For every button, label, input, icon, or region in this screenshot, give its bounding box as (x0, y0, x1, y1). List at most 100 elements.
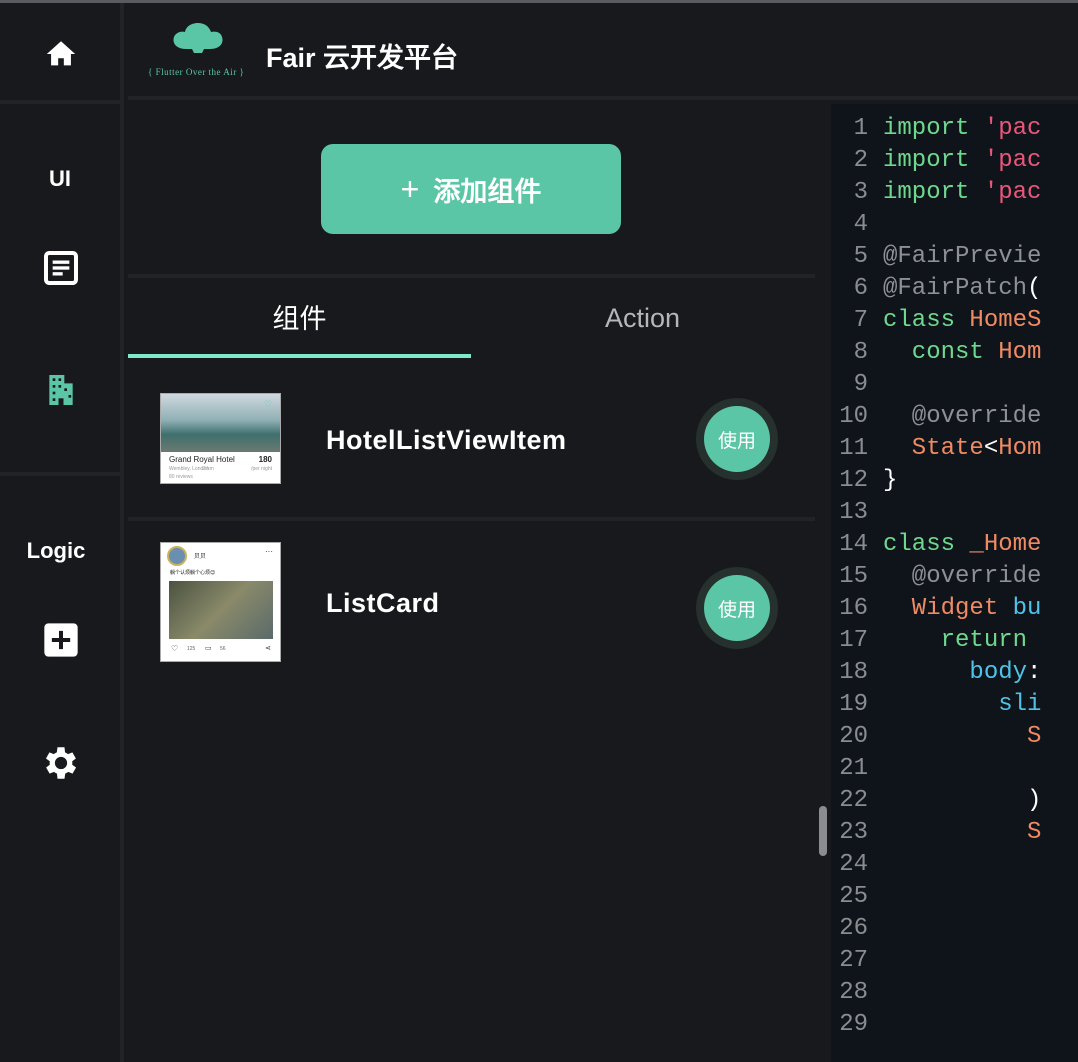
code-token: @FairPatch (883, 275, 1028, 302)
code-editor[interactable]: 1 import 'pac 2 import 'pac 3 import 'pac 4 5 @F… (831, 104, 1078, 1062)
code-token: 'pac (983, 147, 1042, 174)
heart-icon: ♡ (171, 644, 179, 653)
line-number: 5 (853, 243, 868, 270)
line-number: 18 (839, 659, 868, 686)
settings-gear-icon[interactable] (40, 742, 82, 784)
code-line: 14 class _Home (831, 529, 1078, 561)
component-name: HotelListViewItem (326, 425, 567, 455)
code-token: sli (883, 691, 1042, 718)
component-list-item[interactable]: 贝贝 ··· 躺个认烦躺个心烦😊 ♡ 125 ▭ 56 ⋖ ListCard 使… (128, 521, 815, 662)
code-token: import (883, 147, 984, 174)
code-line: 17 return (831, 625, 1078, 657)
logo-tagline: { Flutter Over the Air } (148, 67, 245, 77)
preview-price: 180 (258, 455, 272, 464)
code-line: 15 @override (831, 561, 1078, 593)
preview-hotel-name: Grand Royal Hotel (169, 455, 235, 464)
code-token: S (883, 819, 1042, 846)
line-number: 16 (839, 595, 868, 622)
preview-per-night: /per night (251, 466, 272, 472)
line-number: 2 (853, 147, 868, 174)
preview-photo (169, 581, 273, 639)
line-number: 15 (839, 563, 868, 590)
app-title: Fair 云开发平台 (266, 43, 459, 73)
code-line: 3 import 'pac (831, 177, 1078, 209)
divider (0, 472, 124, 476)
scrollbar-thumb[interactable] (819, 806, 827, 856)
side-rail: UI Logic (0, 3, 124, 1062)
divider (0, 100, 124, 104)
code-line: 8 const Hom (831, 337, 1078, 369)
line-number: 17 (839, 627, 868, 654)
code-token: body (883, 659, 1028, 686)
code-token: class (883, 307, 970, 334)
line-number: 14 (839, 531, 868, 558)
more-icon: ··· (265, 547, 273, 556)
code-line: 22 ) (831, 785, 1078, 817)
code-token: < (983, 435, 999, 462)
use-button[interactable]: 使用 (696, 567, 778, 649)
preview-text: 躺个认烦躺个心烦😊 (170, 570, 216, 576)
article-icon[interactable] (40, 247, 82, 289)
code-token: HomeS (969, 307, 1042, 334)
code-token: _Home (969, 531, 1042, 558)
plus-icon: + (400, 170, 420, 207)
line-number: 22 (839, 787, 868, 814)
line-number: 29 (839, 1011, 868, 1038)
code-line: 12} (831, 465, 1078, 497)
code-token: class (883, 531, 970, 558)
tab-components[interactable]: 组件 (128, 278, 471, 358)
code-token: ) (883, 787, 1042, 814)
code-token: Hom (998, 339, 1042, 366)
line-number: 10 (839, 403, 868, 430)
line-number: 8 (853, 339, 868, 366)
code-token: @override (883, 563, 1042, 590)
preview-user: 贝贝 (194, 554, 207, 560)
listcard-preview-thumbnail: 贝贝 ··· 躺个认烦躺个心烦😊 ♡ 125 ▭ 56 ⋖ (160, 542, 281, 662)
use-button[interactable]: 使用 (696, 398, 778, 480)
heart-icon: ♡ (263, 399, 272, 409)
code-token: @FairPrevie (883, 243, 1042, 270)
home-icon[interactable] (40, 33, 82, 75)
code-token: Widget (883, 595, 1013, 622)
code-line: 2 import 'pac (831, 145, 1078, 177)
code-token: Hom (998, 435, 1042, 462)
line-number: 25 (839, 883, 868, 910)
use-button-label: 使用 (704, 575, 770, 641)
building-icon[interactable] (40, 369, 82, 411)
tab-action[interactable]: Action (471, 278, 814, 358)
share-icon: ⋖ (265, 645, 271, 652)
line-number: 21 (839, 755, 868, 782)
code-line: 7 class HomeS (831, 305, 1078, 337)
code-line: 19 sli (831, 689, 1078, 721)
code-line: 1 import 'pac (831, 113, 1078, 145)
scrollbar-track (815, 104, 831, 1062)
preview-distance: 2 km (203, 466, 214, 472)
line-number: 27 (839, 947, 868, 974)
code-token: } (883, 467, 898, 494)
code-token: 'pac (983, 115, 1042, 142)
preview-comments: 56 (220, 646, 226, 652)
code-line: 13 (831, 497, 1078, 529)
line-number: 23 (839, 819, 868, 846)
code-token: import (883, 115, 984, 142)
preview-likes: 125 (187, 646, 196, 652)
code-token: import (883, 179, 984, 206)
ui-section-label: UI (49, 166, 71, 191)
line-number: 12 (839, 467, 868, 494)
code-line: 23 S (831, 817, 1078, 849)
code-line: 20 S (831, 721, 1078, 753)
line-number: 26 (839, 915, 868, 942)
code-line: 27 (831, 945, 1078, 977)
add-box-icon[interactable] (40, 619, 82, 661)
line-number: 13 (839, 499, 868, 526)
add-component-button[interactable]: + 添加组件 (321, 144, 621, 234)
code-line: 10 @override (831, 401, 1078, 433)
code-token: : (1027, 659, 1042, 686)
line-number: 9 (853, 371, 868, 398)
app-header: { Flutter Over the Air } Fair 云开发平台 (128, 3, 1078, 100)
component-list-item[interactable]: ♡ Grand Royal Hotel 180 Wembley, London … (128, 358, 815, 498)
code-line: 29 (831, 1009, 1078, 1041)
code-line: 4 (831, 209, 1078, 241)
code-line: 26 (831, 913, 1078, 945)
use-button-label: 使用 (704, 406, 770, 472)
